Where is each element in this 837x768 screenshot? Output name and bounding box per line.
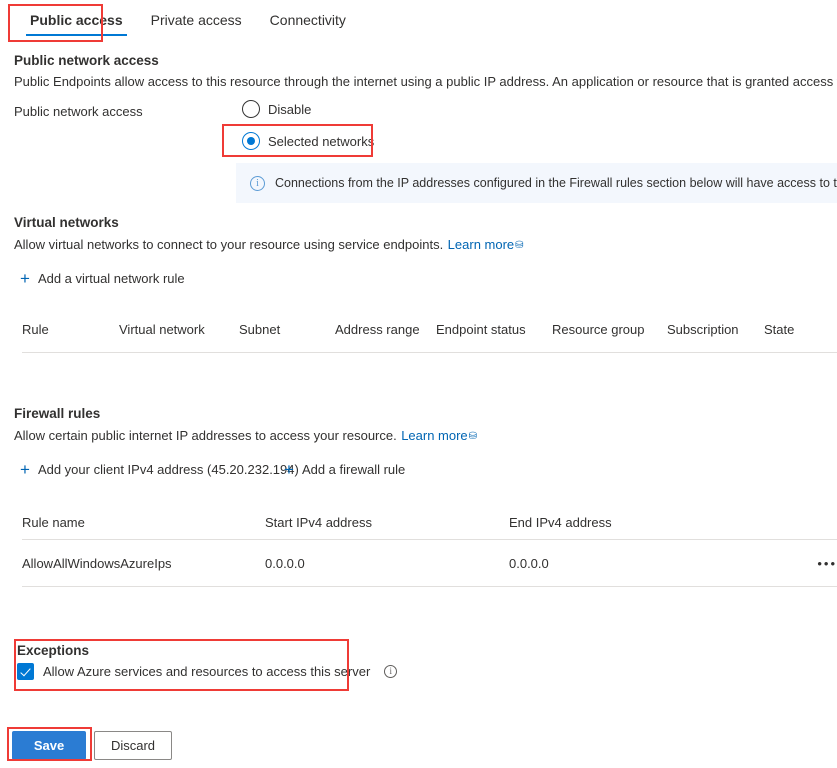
cell-end-ip: 0.0.0.0 bbox=[509, 556, 549, 571]
virtual-networks-heading: Virtual networks bbox=[14, 215, 119, 230]
discard-button[interactable]: Discard bbox=[94, 731, 172, 760]
tab-public-access-label: Public access bbox=[30, 12, 123, 28]
tab-connectivity[interactable]: Connectivity bbox=[256, 10, 360, 38]
cell-start-ip: 0.0.0.0 bbox=[265, 556, 305, 571]
allow-azure-services-label: Allow Azure services and resources to ac… bbox=[43, 664, 371, 679]
public-network-access-description: Public Endpoints allow access to this re… bbox=[14, 74, 837, 89]
column-header-subnet: Subnet bbox=[239, 322, 281, 337]
external-link-icon: ⛁ bbox=[468, 431, 478, 442]
info-banner-text: Connections from the IP addresses config… bbox=[275, 176, 837, 190]
allow-azure-services-checkbox-row[interactable]: Allow Azure services and resources to ac… bbox=[17, 663, 398, 680]
firewall-rules-learn-more-label: Learn more bbox=[401, 428, 468, 443]
firewall-rules-heading: Firewall rules bbox=[14, 406, 101, 421]
add-virtual-network-rule-label: Add a virtual network rule bbox=[37, 271, 185, 286]
firewall-rules-description-row: Allow certain public internet IP address… bbox=[14, 427, 477, 445]
radio-option-selected-networks[interactable]: Selected networks bbox=[242, 132, 374, 150]
column-header-resource-group: Resource group bbox=[552, 322, 645, 337]
external-link-icon: ⛁ bbox=[515, 240, 524, 251]
column-header-rule: Rule bbox=[22, 322, 49, 337]
add-client-ip-label: Add your client IPv4 address (45.20.232.… bbox=[37, 462, 299, 477]
virtual-networks-table: Rule Virtual network Subnet Address rang… bbox=[22, 322, 822, 346]
public-access-settings-page: Public access Private access Connectivit… bbox=[0, 0, 837, 768]
column-header-end-ip: End IPv4 address bbox=[509, 515, 612, 530]
column-header-address-range: Address range bbox=[335, 322, 420, 337]
column-header-start-ip: Start IPv4 address bbox=[265, 515, 372, 530]
selected-networks-info-banner: i Connections from the IP addresses conf… bbox=[236, 163, 837, 203]
tab-connectivity-label: Connectivity bbox=[269, 12, 346, 28]
cell-rule-name: AllowAllWindowsAzureIps bbox=[22, 556, 172, 571]
tab-private-access[interactable]: Private access bbox=[137, 10, 256, 38]
firewall-rules-learn-more-link[interactable]: Learn more⛁ bbox=[401, 428, 477, 443]
virtual-networks-table-header: Rule Virtual network Subnet Address rang… bbox=[22, 322, 822, 346]
add-firewall-rule-label: Add a firewall rule bbox=[301, 462, 406, 477]
firewall-rules-description: Allow certain public internet IP address… bbox=[14, 428, 397, 443]
column-header-virtual-network: Virtual network bbox=[119, 322, 205, 337]
virtual-networks-table-divider bbox=[22, 352, 837, 353]
info-circle-icon: i bbox=[250, 175, 265, 191]
add-virtual-network-rule-button[interactable]: + Add a virtual network rule bbox=[20, 270, 185, 287]
firewall-rules-table-header: Rule name Start IPv4 address End IPv4 ad… bbox=[22, 515, 837, 540]
radio-disable-control[interactable] bbox=[242, 100, 260, 118]
virtual-networks-description-row: Allow virtual networks to connect to you… bbox=[14, 236, 524, 254]
tab-public-access[interactable]: Public access bbox=[16, 10, 137, 38]
plus-icon: + bbox=[20, 460, 30, 479]
firewall-rules-table: Rule name Start IPv4 address End IPv4 ad… bbox=[22, 515, 837, 587]
radio-selected-networks-control[interactable] bbox=[242, 132, 260, 150]
row-context-menu-button[interactable]: ••• bbox=[747, 540, 837, 587]
radio-selected-networks-label: Selected networks bbox=[268, 133, 375, 149]
virtual-networks-learn-more-label: Learn more bbox=[447, 237, 515, 252]
add-firewall-rule-button[interactable]: + Add a firewall rule bbox=[284, 461, 405, 478]
virtual-networks-learn-more-link[interactable]: Learn more⛁ bbox=[448, 237, 524, 252]
allow-azure-services-checkbox[interactable] bbox=[17, 663, 34, 680]
save-button[interactable]: Save bbox=[12, 731, 86, 760]
tab-bar: Public access Private access Connectivit… bbox=[0, 0, 837, 44]
exceptions-heading: Exceptions bbox=[17, 643, 90, 658]
table-row[interactable]: AllowAllWindowsAzureIps 0.0.0.0 0.0.0.0 … bbox=[22, 540, 837, 587]
radio-option-disable[interactable]: Disable bbox=[242, 100, 311, 118]
radio-disable-label: Disable bbox=[268, 101, 312, 117]
plus-icon: + bbox=[20, 269, 30, 288]
column-header-subscription: Subscription bbox=[667, 322, 739, 337]
tab-private-access-label: Private access bbox=[150, 12, 242, 28]
add-client-ip-button[interactable]: + Add your client IPv4 address (45.20.23… bbox=[20, 461, 299, 478]
info-circle-icon[interactable]: i bbox=[384, 665, 398, 678]
public-network-access-field-label: Public network access bbox=[14, 104, 143, 119]
column-header-rule-name: Rule name bbox=[22, 515, 85, 530]
column-header-state: State bbox=[764, 322, 795, 337]
virtual-networks-description: Allow virtual networks to connect to you… bbox=[14, 237, 444, 252]
plus-icon: + bbox=[284, 460, 294, 479]
public-network-access-heading: Public network access bbox=[14, 53, 159, 68]
column-header-endpoint-status: Endpoint status bbox=[436, 322, 526, 337]
